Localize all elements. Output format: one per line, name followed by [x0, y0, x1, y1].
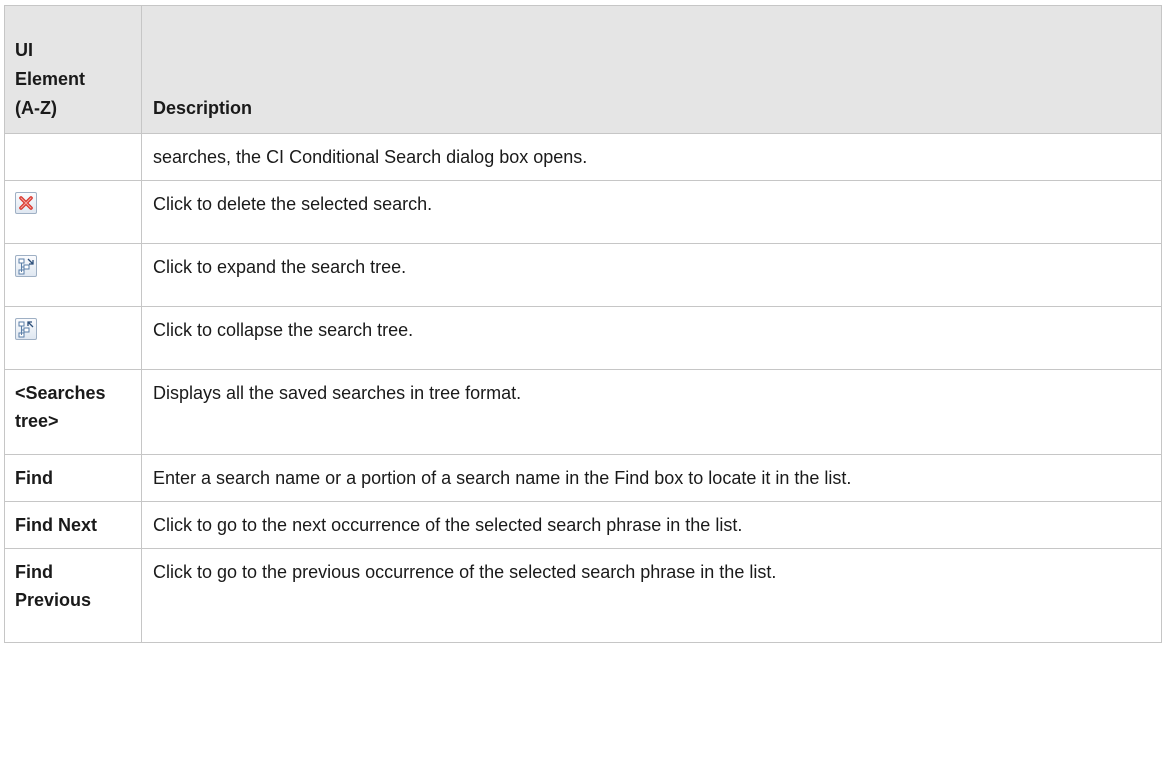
element-cell: Find Previous	[4, 548, 142, 643]
description-cell: Enter a search name or a portion of a se…	[141, 454, 1162, 502]
element-cell: Find	[4, 454, 142, 502]
table-row: <Searches tree> Displays all the saved s…	[4, 369, 1162, 455]
table-row: Click to expand the search tree.	[4, 243, 1162, 307]
description-cell: Displays all the saved searches in tree …	[141, 369, 1162, 455]
table-row: Find Next Click to go to the next occurr…	[4, 501, 1162, 549]
description-cell: Click to expand the search tree.	[141, 243, 1162, 307]
header-ui-element: UI Element (A-Z)	[4, 5, 142, 134]
table-row: Find Enter a search name or a portion of…	[4, 454, 1162, 502]
delete-icon	[15, 192, 37, 214]
element-cell: <Searches tree>	[4, 369, 142, 455]
element-cell	[4, 180, 142, 244]
header-description: Description	[141, 5, 1162, 134]
table-header: UI Element (A-Z) Description	[4, 5, 1162, 134]
table-row: searches, the CI Conditional Search dial…	[4, 133, 1162, 181]
document-page: UI Element (A-Z) Description searches, t…	[0, 0, 1165, 763]
description-cell: Click to delete the selected search.	[141, 180, 1162, 244]
header-ui-element-line-1: UI	[15, 40, 33, 60]
description-cell: Click to go to the previous occurrence o…	[141, 548, 1162, 643]
element-cell	[4, 243, 142, 307]
ui-elements-table: UI Element (A-Z) Description searches, t…	[4, 5, 1162, 643]
description-cell: Click to go to the next occurrence of th…	[141, 501, 1162, 549]
header-ui-element-line-2: Element	[15, 69, 86, 89]
table-row: Click to collapse the search tree.	[4, 306, 1162, 370]
header-ui-element-line-3: (A-Z)	[15, 98, 57, 118]
description-cell: searches, the CI Conditional Search dial…	[141, 133, 1162, 181]
description-cell: Click to collapse the search tree.	[141, 306, 1162, 370]
expand-tree-icon	[15, 255, 37, 277]
table-row: Click to delete the selected search.	[4, 180, 1162, 244]
collapse-tree-icon	[15, 318, 37, 340]
table-row: Find Previous Click to go to the previou…	[4, 548, 1162, 643]
element-cell	[4, 306, 142, 370]
element-cell: Find Next	[4, 501, 142, 549]
element-cell	[4, 133, 142, 181]
